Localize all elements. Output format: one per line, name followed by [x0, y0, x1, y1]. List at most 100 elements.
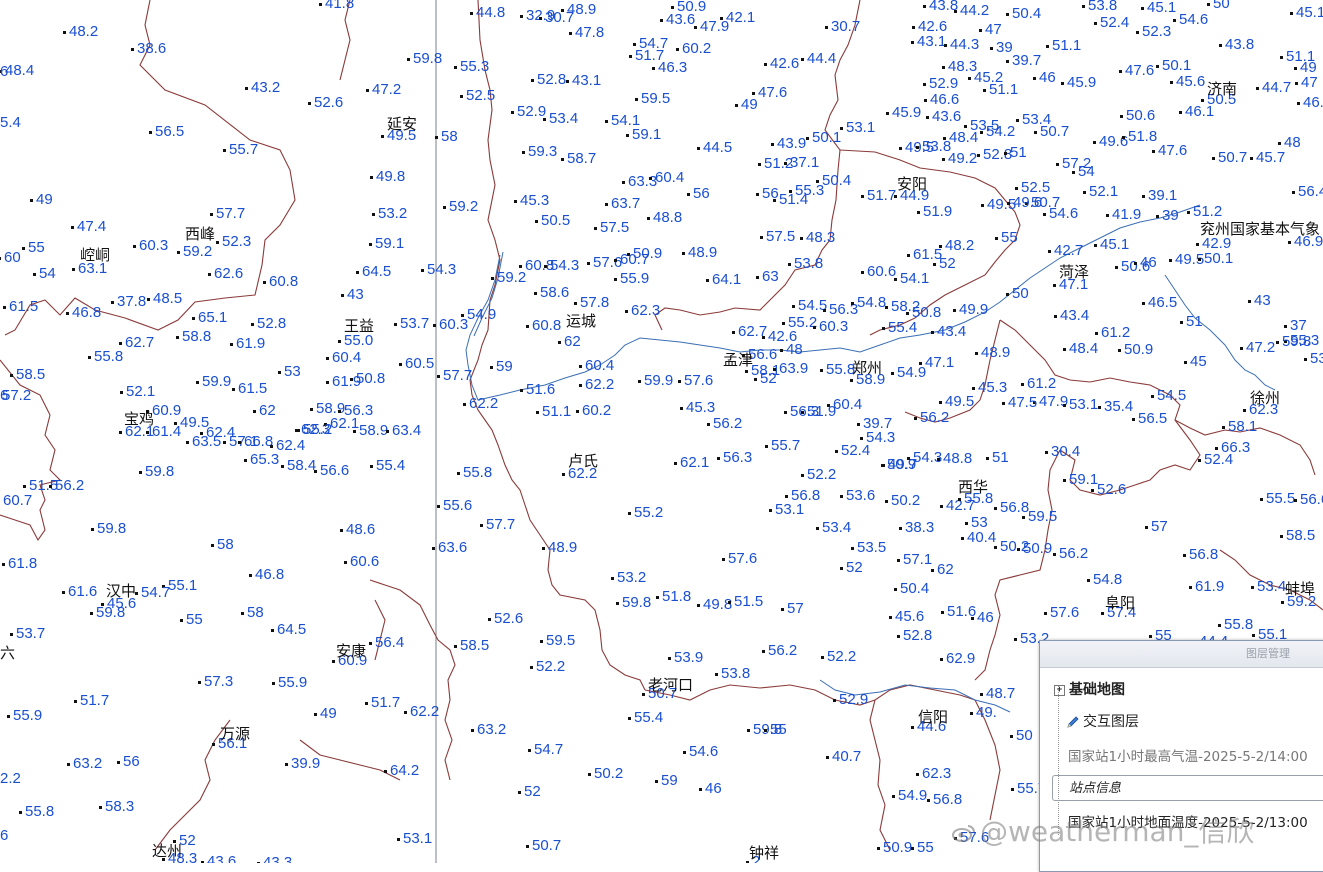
- station-marker[interactable]: [249, 574, 252, 577]
- station-marker[interactable]: [1149, 635, 1152, 638]
- station-marker[interactable]: [683, 751, 686, 754]
- station-marker[interactable]: [769, 509, 772, 512]
- station-marker[interactable]: [990, 47, 993, 50]
- station-marker[interactable]: [285, 763, 288, 766]
- station-marker[interactable]: [894, 588, 897, 591]
- station-marker[interactable]: [715, 673, 718, 676]
- station-marker[interactable]: [697, 604, 700, 607]
- station-marker[interactable]: [314, 470, 317, 473]
- station-marker[interactable]: [660, 19, 663, 22]
- station-marker[interactable]: [63, 31, 66, 34]
- station-marker[interactable]: [511, 111, 514, 114]
- station-marker[interactable]: [851, 302, 854, 305]
- station-marker[interactable]: [490, 366, 493, 369]
- station-marker[interactable]: [762, 336, 765, 339]
- station-marker[interactable]: [1017, 548, 1020, 551]
- station-marker[interactable]: [994, 546, 997, 549]
- station-marker[interactable]: [10, 633, 13, 636]
- station-marker[interactable]: [1281, 601, 1284, 604]
- station-marker[interactable]: [906, 312, 909, 315]
- station-marker[interactable]: [297, 429, 300, 432]
- station-marker[interactable]: [1294, 67, 1297, 70]
- station-marker[interactable]: [1072, 171, 1075, 174]
- station-marker[interactable]: [1094, 244, 1097, 247]
- station-marker[interactable]: [1290, 12, 1293, 15]
- station-marker[interactable]: [1218, 624, 1221, 627]
- station-marker[interactable]: [940, 658, 943, 661]
- station-marker[interactable]: [278, 371, 281, 374]
- station-marker[interactable]: [1288, 241, 1291, 244]
- station-marker[interactable]: [850, 379, 853, 382]
- station-marker[interactable]: [33, 273, 36, 276]
- station-marker[interactable]: [1063, 479, 1066, 482]
- station-marker[interactable]: [1007, 202, 1010, 205]
- station-marker[interactable]: [1141, 7, 1144, 10]
- station-marker[interactable]: [272, 682, 275, 685]
- station-marker[interactable]: [341, 294, 344, 297]
- station-marker[interactable]: [1043, 213, 1046, 216]
- station-marker[interactable]: [1169, 259, 1172, 262]
- station-marker[interactable]: [7, 715, 10, 718]
- station-marker[interactable]: [310, 408, 313, 411]
- station-marker[interactable]: [139, 471, 142, 474]
- station-marker[interactable]: [835, 450, 838, 453]
- station-marker[interactable]: [892, 795, 895, 798]
- station-marker[interactable]: [1098, 406, 1101, 409]
- station-marker[interactable]: [372, 213, 375, 216]
- station-marker[interactable]: [1243, 409, 1246, 412]
- station-marker[interactable]: [860, 437, 863, 440]
- station-marker[interactable]: [958, 498, 961, 501]
- station-marker[interactable]: [522, 151, 525, 154]
- station-marker[interactable]: [146, 431, 149, 434]
- station-marker[interactable]: [979, 29, 982, 32]
- station-marker[interactable]: [1004, 152, 1007, 155]
- station-marker[interactable]: [1011, 788, 1014, 791]
- station-marker[interactable]: [437, 375, 440, 378]
- station-marker[interactable]: [897, 559, 900, 562]
- station-marker[interactable]: [1048, 250, 1051, 253]
- station-marker[interactable]: [687, 193, 690, 196]
- station-marker[interactable]: [995, 237, 998, 240]
- station-marker[interactable]: [994, 507, 997, 510]
- station-marker[interactable]: [780, 349, 783, 352]
- station-marker[interactable]: [1083, 191, 1086, 194]
- station-marker[interactable]: [1156, 65, 1159, 68]
- station-marker[interactable]: [514, 200, 517, 203]
- station-marker[interactable]: [801, 474, 804, 477]
- tree-item-base-map[interactable]: + 基础地图: [1054, 679, 1125, 699]
- station-marker[interactable]: [394, 323, 397, 326]
- station-marker[interactable]: [813, 326, 816, 329]
- station-marker[interactable]: [1215, 447, 1218, 450]
- station-marker[interactable]: [861, 195, 864, 198]
- station-marker[interactable]: [208, 273, 211, 276]
- station-marker[interactable]: [460, 95, 463, 98]
- station-marker[interactable]: [1207, 3, 1210, 6]
- station-marker[interactable]: [965, 522, 968, 525]
- station-marker[interactable]: [678, 380, 681, 383]
- station-marker[interactable]: [530, 666, 533, 669]
- station-marker[interactable]: [833, 699, 836, 702]
- station-marker[interactable]: [1106, 214, 1109, 217]
- station-marker[interactable]: [534, 292, 537, 295]
- station-marker[interactable]: [611, 577, 614, 580]
- station-marker[interactable]: [926, 116, 929, 119]
- station-marker[interactable]: [628, 717, 631, 720]
- station-marker[interactable]: [1156, 215, 1159, 218]
- station-marker[interactable]: [1021, 383, 1024, 386]
- station-marker[interactable]: [877, 847, 880, 850]
- station-marker[interactable]: [480, 524, 483, 527]
- station-marker[interactable]: [216, 241, 219, 244]
- station-marker[interactable]: [579, 384, 582, 387]
- station-marker[interactable]: [574, 302, 577, 305]
- station-marker[interactable]: [488, 618, 491, 621]
- station-marker[interactable]: [1201, 99, 1204, 102]
- station-marker[interactable]: [722, 558, 725, 561]
- station-marker[interactable]: [454, 645, 457, 648]
- station-marker[interactable]: [1063, 404, 1066, 407]
- station-marker[interactable]: [1294, 499, 1297, 502]
- station-marker[interactable]: [471, 729, 474, 732]
- station-marker[interactable]: [1053, 553, 1056, 556]
- station-marker[interactable]: [542, 547, 545, 550]
- station-marker[interactable]: [676, 48, 679, 51]
- station-marker[interactable]: [149, 131, 152, 134]
